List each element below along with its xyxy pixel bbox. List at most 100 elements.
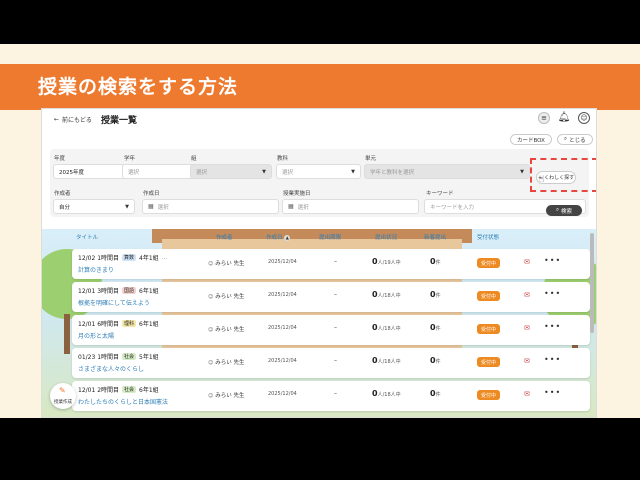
subject-select[interactable]: 選択 ▼ bbox=[276, 164, 361, 179]
row-created: 2025/12/04 bbox=[268, 358, 297, 364]
table-row[interactable]: 12/02 1時間目 算数 4年1組… 計算のきまり ☺ みらい 先生 2025/12/04… bbox=[72, 249, 590, 279]
more-icon[interactable]: ••• bbox=[544, 289, 561, 298]
menu-icon[interactable]: ≡ bbox=[538, 112, 550, 124]
header-new[interactable]: 新着提出 bbox=[424, 233, 446, 241]
back-link[interactable]: ← 前にもどる bbox=[54, 115, 92, 124]
app-window: ← 前にもどる 授業一覧 ≡ 🔔︎ ☺ カードBOX ⌕ とじる 年度 2025… bbox=[41, 108, 597, 418]
chevron-down-icon: ▼ bbox=[125, 204, 129, 210]
table-row[interactable]: 12/01 2時間目 社会 6年1組 わたしたちのくらしと日本国憲法 ☺ みらい 先生 20… bbox=[72, 381, 590, 411]
row-new: 0件 bbox=[430, 323, 441, 332]
header-created[interactable]: 作成日 ▲ bbox=[266, 233, 291, 241]
calendar-icon: ▦ bbox=[148, 203, 154, 210]
row-status: 0人/18人中 bbox=[372, 290, 401, 299]
row-author: ☺ みらい 先生 bbox=[208, 325, 244, 333]
row-author: ☺ みらい 先生 bbox=[208, 259, 244, 267]
created-date-label: 作成日 bbox=[143, 191, 160, 197]
grade-select[interactable]: 2025年度 ▼ bbox=[53, 164, 132, 179]
close-button[interactable]: ⌕ とじる bbox=[557, 134, 593, 145]
more-icon[interactable]: ••• bbox=[544, 322, 561, 331]
pointer-cursor-icon: ☝ bbox=[539, 175, 545, 185]
table-row[interactable]: 12/01 3時間目 国語 6年1組 根拠を明確にして伝えよう ☺ みらい 先生 2025/… bbox=[72, 282, 590, 312]
keyword-placeholder: キーワードを入力 bbox=[430, 204, 475, 211]
more-icon[interactable]: ••• bbox=[544, 355, 561, 364]
lesson-date-value: 選択 bbox=[297, 204, 309, 211]
row-new-suffix: 件 bbox=[435, 326, 441, 332]
mail-icon[interactable]: ✉ bbox=[524, 324, 530, 332]
row-title[interactable]: 月の形と太陽 bbox=[78, 331, 114, 340]
row-title[interactable]: 計算のきまり bbox=[78, 265, 114, 274]
status-badge[interactable]: 受付中 bbox=[477, 357, 501, 367]
create-lesson-label: 授業作成 bbox=[54, 400, 72, 405]
grade-value: 2025年度 bbox=[59, 169, 84, 176]
creator-select[interactable]: 自分 ▼ bbox=[53, 199, 135, 214]
slide-title: 授業の検索をする方法 bbox=[38, 76, 239, 98]
tutorial-slide: 授業の検索をする方法 ← 前にもどる 授業一覧 ≡ 🔔︎ ☺ カードBOX ⌕ … bbox=[0, 44, 640, 418]
created-date-value: 選択 bbox=[157, 204, 169, 211]
row-new-suffix: 件 bbox=[435, 293, 441, 299]
subject-tag: 算数 bbox=[122, 254, 137, 261]
row-deadline: – bbox=[334, 258, 337, 265]
row-new: 0件 bbox=[430, 257, 441, 266]
status-badge[interactable]: 受付中 bbox=[477, 390, 501, 400]
sort-icon[interactable]: ▲ bbox=[284, 235, 291, 241]
row-deadline: – bbox=[334, 390, 337, 397]
mail-icon[interactable]: ✉ bbox=[524, 258, 530, 266]
status-badge[interactable]: 受付中 bbox=[477, 324, 501, 334]
row-author-name: みらい 先生 bbox=[215, 360, 245, 366]
year-value: 選択 bbox=[128, 169, 140, 176]
row-new-suffix: 件 bbox=[435, 260, 441, 266]
teacher-icon: ☺ bbox=[208, 393, 214, 399]
class-select[interactable]: 選択 ▼ bbox=[190, 164, 272, 179]
more-icon[interactable]: ••• bbox=[544, 388, 561, 397]
subject-label: 教科 bbox=[277, 156, 289, 162]
created-date-field[interactable]: ▦ 選択 bbox=[142, 199, 279, 214]
teacher-icon: ☺ bbox=[208, 294, 214, 300]
row-author-name: みらい 先生 bbox=[215, 327, 245, 333]
row-title[interactable]: さまざまな人々のくらし bbox=[78, 364, 144, 373]
lesson-date-label: 授業実施日 bbox=[283, 191, 311, 197]
mail-icon[interactable]: ✉ bbox=[524, 390, 530, 398]
mail-icon[interactable]: ✉ bbox=[524, 291, 530, 299]
tree-trunk bbox=[64, 314, 70, 354]
status-badge[interactable]: 受付中 bbox=[477, 258, 501, 268]
row-title[interactable]: 根拠を明確にして伝えよう bbox=[78, 298, 150, 307]
close-label: とじる bbox=[569, 137, 586, 144]
card-box-button[interactable]: カードBOX bbox=[510, 134, 552, 145]
creator-label: 作成者 bbox=[54, 191, 71, 197]
search-button[interactable]: ⌕ 検索 bbox=[546, 205, 582, 216]
header-author[interactable]: 作成者 bbox=[216, 233, 233, 241]
header-deadline[interactable]: 提出期限 bbox=[319, 233, 341, 241]
row-created: 2025/12/04 bbox=[268, 259, 297, 265]
pencil-icon: ✎ bbox=[59, 386, 66, 395]
create-lesson-button[interactable]: ✎ 授業作成 bbox=[50, 383, 76, 409]
bell-icon[interactable]: 🔔︎ bbox=[558, 112, 571, 124]
subject-value: 選択 bbox=[282, 169, 294, 176]
creator-value: 自分 bbox=[59, 204, 71, 211]
lesson-date-field[interactable]: ▦ 選択 bbox=[282, 199, 419, 214]
row-period: 12/02 1時間目 bbox=[78, 255, 120, 262]
unit-select[interactable]: 学年と教科を選択 ▼ bbox=[364, 164, 530, 179]
status-badge[interactable]: 受付中 bbox=[477, 291, 501, 301]
teacher-icon: ☺ bbox=[208, 327, 214, 333]
account-icon[interactable]: ☺ bbox=[578, 112, 590, 124]
table-row[interactable]: 01/23 1時間目 社会 5年1組 さまざまな人々のくらし ☺ みらい 先生 2025/1… bbox=[72, 348, 590, 378]
more-icon[interactable]: ••• bbox=[544, 256, 561, 265]
row-author: ☺ みらい 先生 bbox=[208, 358, 244, 366]
table-row[interactable]: 12/01 6時間目 理科 6年1組 月の形と太陽 ☺ みらい 先生 2025/12/04 –… bbox=[72, 315, 590, 345]
search-icon: ⌕ bbox=[555, 207, 560, 213]
mail-icon[interactable]: ✉ bbox=[524, 357, 530, 365]
arrow-left-icon: ← bbox=[54, 116, 60, 123]
header-title[interactable]: タイトル bbox=[76, 233, 98, 241]
row-class: 4年1組 bbox=[139, 255, 159, 262]
top-bar: ← 前にもどる 授業一覧 ≡ 🔔︎ ☺ bbox=[42, 109, 596, 129]
search-icon: ⌕ bbox=[564, 136, 568, 142]
slide-banner: 授業の検索をする方法 bbox=[0, 64, 640, 110]
header-reception[interactable]: 受付状態 bbox=[477, 233, 499, 241]
row-title[interactable]: わたしたちのくらしと日本国憲法 bbox=[78, 397, 168, 406]
row-deadline: – bbox=[334, 324, 337, 331]
row-status-suffix: 人/18人中 bbox=[377, 293, 401, 299]
row-new: 0件 bbox=[430, 290, 441, 299]
scrollbar[interactable] bbox=[590, 233, 594, 333]
keyword-label: キーワード bbox=[426, 191, 454, 197]
header-status[interactable]: 提出状況 bbox=[375, 233, 397, 241]
